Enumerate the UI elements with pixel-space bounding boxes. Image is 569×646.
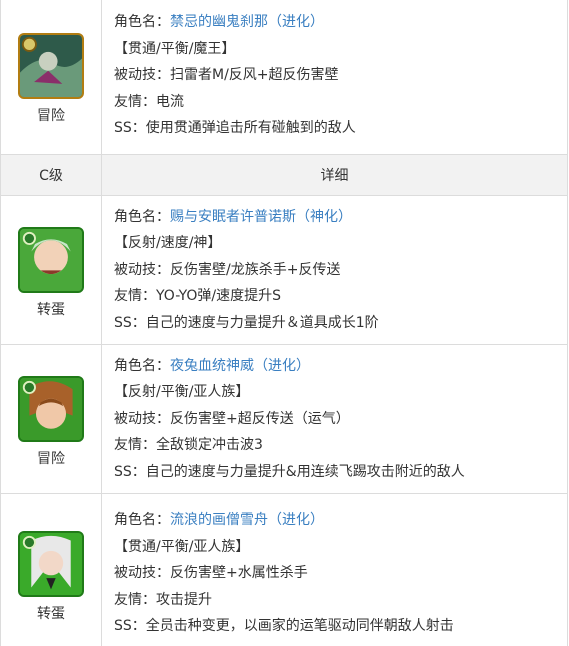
- table-row: 转蛋 角色名：赐与安眠者许普诺斯（神化） 【反射/速度/神】 被动技：反伤害壁/…: [0, 195, 568, 345]
- character-ability: 被动技：反伤害壁+超反传送（运气）: [114, 410, 350, 427]
- character-image-cell: 转蛋: [0, 493, 102, 646]
- character-type: 【贯通/平衡/亚人族】: [114, 538, 250, 555]
- obtain-method: 冒险: [37, 107, 65, 124]
- obtain-method: 转蛋: [37, 605, 65, 622]
- character-ability: 被动技：反伤害壁+水属性杀手: [114, 565, 308, 582]
- obtain-method: 冒险: [37, 451, 65, 467]
- character-strike-shot: SS：全员击种变更，以画家的运笔驱动同伴朝敌人射击: [114, 618, 454, 635]
- character-name-link[interactable]: 赐与安眠者许普诺斯（神化）: [170, 209, 352, 225]
- character-detail-cell: 角色名：赐与安眠者许普诺斯（神化） 【反射/速度/神】 被动技：反伤害壁/龙族杀…: [101, 195, 568, 345]
- character-name-link[interactable]: 夜兔血统神威（进化）: [170, 358, 310, 374]
- table-header-row: C级 详细: [0, 154, 568, 196]
- character-name-line: 角色名：赐与安眠者许普诺斯（神化）: [114, 208, 352, 225]
- character-friendship: 友情：电流: [114, 93, 184, 110]
- character-image-cell: 冒险: [0, 344, 102, 494]
- character-friendship: 友情：YO-YO弹/速度提升S: [114, 288, 281, 305]
- character-strike-shot: SS：自己的速度与力量提升＆道具成长1阶: [114, 314, 379, 331]
- character-friendship: 友情：攻击提升: [114, 591, 212, 608]
- character-portrait-icon[interactable]: [18, 376, 84, 442]
- character-ability: 被动技：反伤害壁/龙族杀手+反传送: [114, 261, 341, 278]
- character-image-cell: 转蛋: [0, 195, 102, 345]
- character-type: 【反射/速度/神】: [114, 235, 222, 252]
- character-type: 【反射/平衡/亚人族】: [114, 384, 250, 401]
- character-name-line: 角色名：夜兔血统神威（进化）: [114, 357, 310, 374]
- character-detail-cell: 角色名：禁忌的幽鬼刹那（进化） 【贯通/平衡/魔王】 被动技：扫雷者M/反风+超…: [101, 0, 568, 155]
- obtain-method: 转蛋: [37, 302, 65, 318]
- character-detail-cell: 角色名：夜兔血统神威（进化） 【反射/平衡/亚人族】 被动技：反伤害壁+超反传送…: [101, 344, 568, 494]
- character-friendship: 友情：全敌锁定冲击波3: [114, 437, 263, 454]
- character-image-cell: 冒险: [0, 0, 102, 155]
- character-portrait-icon[interactable]: [18, 227, 84, 293]
- table-row: 冒险 角色名：禁忌的幽鬼刹那（进化） 【贯通/平衡/魔王】 被动技：扫雷者M/反…: [0, 0, 568, 155]
- character-name-link[interactable]: 禁忌的幽鬼刹那（进化）: [170, 14, 324, 30]
- character-portrait-icon[interactable]: [18, 32, 84, 99]
- character-type: 【贯通/平衡/魔王】: [114, 40, 236, 57]
- table-row: 转蛋 角色名：流浪的画僧雪舟（进化） 【贯通/平衡/亚人族】 被动技：反伤害壁+…: [0, 493, 568, 646]
- grade-header: C级: [0, 154, 102, 196]
- character-name-line: 角色名：禁忌的幽鬼刹那（进化）: [114, 14, 324, 31]
- character-name-link[interactable]: 流浪的画僧雪舟（进化）: [170, 512, 324, 528]
- character-ability: 被动技：扫雷者M/反风+超反伤害壁: [114, 67, 339, 84]
- character-strike-shot: SS：自己的速度与力量提升&用连续飞踢攻击附近的敌人: [114, 463, 465, 480]
- character-detail-cell: 角色名：流浪的画僧雪舟（进化） 【贯通/平衡/亚人族】 被动技：反伤害壁+水属性…: [101, 493, 568, 646]
- detail-header: 详细: [101, 154, 568, 196]
- table-row: 冒险 角色名：夜兔血统神威（进化） 【反射/平衡/亚人族】 被动技：反伤害壁+超…: [0, 344, 568, 494]
- character-table: 冒险 角色名：禁忌的幽鬼刹那（进化） 【贯通/平衡/魔王】 被动技：扫雷者M/反…: [0, 0, 568, 646]
- character-portrait-icon[interactable]: [18, 530, 84, 597]
- character-name-line: 角色名：流浪的画僧雪舟（进化）: [114, 512, 324, 529]
- character-strike-shot: SS：使用贯通弹追击所有碰触到的敌人: [114, 120, 356, 137]
